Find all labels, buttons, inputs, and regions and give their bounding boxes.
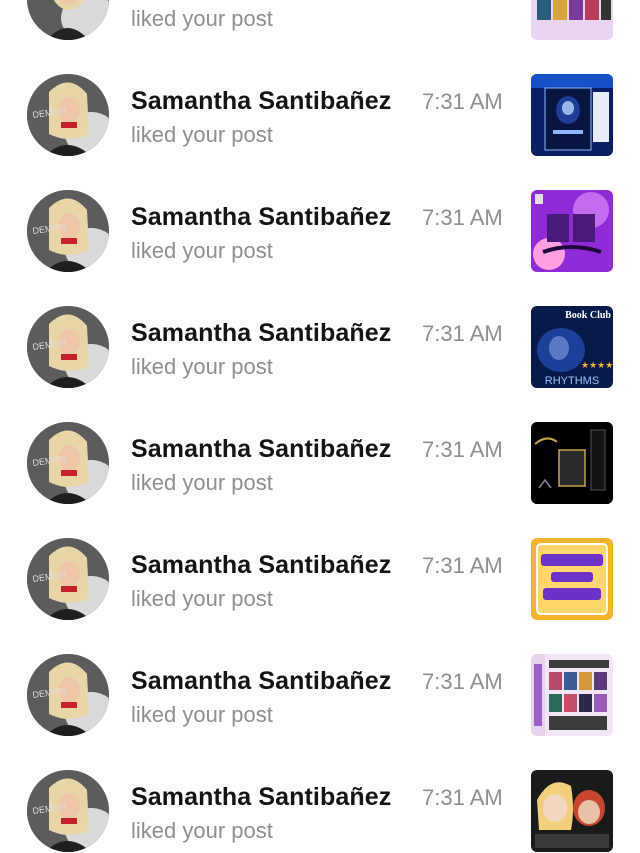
notification-action: liked your post [131, 818, 273, 843]
notification-action: liked your post [131, 702, 273, 727]
new-book-rating-thumbnail [531, 538, 613, 620]
book-collage-thumbnail [531, 0, 613, 40]
user-name[interactable]: Samantha Santibañez [131, 667, 391, 696]
user-name[interactable]: Samantha Santibañez [131, 319, 391, 348]
timestamp: 7:31 AM [422, 89, 503, 114]
notification-item[interactable]: DEMON Samantha Santibañez 7:31 AM liked … [0, 422, 640, 538]
notification-action: liked your post [131, 238, 273, 263]
timestamp: 7:31 AM [422, 785, 503, 810]
notification-item[interactable]: liked your post [0, 0, 640, 74]
avatar[interactable] [27, 0, 109, 40]
timestamp: 7:31 AM [422, 205, 503, 230]
user-name[interactable]: Samantha Santibañez [131, 203, 391, 232]
post-thumbnail[interactable]: ★★★★★ Book Club RHYTHMS [531, 306, 613, 388]
avatar[interactable]: DEMON [27, 190, 109, 272]
cartoon-characters-thumbnail [531, 770, 613, 852]
post-thumbnail[interactable] [531, 0, 613, 40]
currently-reading-thumbnail [531, 422, 613, 504]
post-thumbnail[interactable] [531, 422, 613, 504]
timestamp: 7:31 AM [422, 669, 503, 694]
svg-text:★★★★★: ★★★★★ [581, 360, 613, 370]
user-name[interactable]: Samantha Santibañez [131, 435, 391, 464]
notification-action: liked your post [131, 122, 273, 147]
notifications-list: liked your post DEMON Samantha Santibañe… [0, 0, 640, 853]
user-name[interactable]: Samantha Santibañez [131, 87, 391, 116]
post-thumbnail[interactable] [531, 190, 613, 272]
timestamp: 7:31 AM [422, 437, 503, 462]
notification-item[interactable]: DEMON Samantha Santibañez 7:31 AM liked … [0, 654, 640, 770]
timestamp: 7:31 AM [422, 321, 503, 346]
avatar[interactable]: DEMON [27, 538, 109, 620]
avatar[interactable]: DEMON [27, 422, 109, 504]
post-thumbnail[interactable] [531, 770, 613, 852]
notification-item[interactable]: DEMON Samantha Santibañez 7:31 AM liked … [0, 538, 640, 654]
user-name[interactable]: Samantha Santibañez [131, 783, 391, 812]
avatar[interactable]: DEMON [27, 654, 109, 736]
avatar[interactable]: DEMON [27, 74, 109, 156]
thumb-caption: RHYTHMS [545, 375, 599, 387]
books-to-read-thumbnail [531, 654, 613, 736]
avatar[interactable]: DEMON [27, 306, 109, 388]
post-thumbnail[interactable] [531, 654, 613, 736]
my-fav-bookapps-thumbnail [531, 190, 613, 272]
notification-action: liked your post [131, 586, 273, 611]
user-name[interactable]: Samantha Santibañez [131, 551, 391, 580]
notification-item[interactable]: DEMON Samantha Santibañez 7:31 AM liked … [0, 306, 640, 422]
timestamp: 7:31 AM [422, 553, 503, 578]
notification-item[interactable]: DEMON Samantha Santibañez 7:31 AM liked … [0, 770, 640, 853]
midnight-blues-book-thumbnail [531, 74, 613, 156]
notification-action: liked your post [131, 6, 273, 31]
post-thumbnail[interactable] [531, 538, 613, 620]
book-club-thumbnail: ★★★★★ Book Club RHYTHMS [531, 306, 613, 388]
notification-action: liked your post [131, 354, 273, 379]
post-thumbnail[interactable] [531, 74, 613, 156]
thumb-title: Book Club [565, 310, 611, 321]
notification-action: liked your post [131, 470, 273, 495]
notification-item[interactable]: DEMON Samantha Santibañez 7:31 AM liked … [0, 74, 640, 190]
notification-item[interactable]: DEMON Samantha Santibañez 7:31 AM liked … [0, 190, 640, 306]
avatar[interactable]: DEMON [27, 770, 109, 852]
